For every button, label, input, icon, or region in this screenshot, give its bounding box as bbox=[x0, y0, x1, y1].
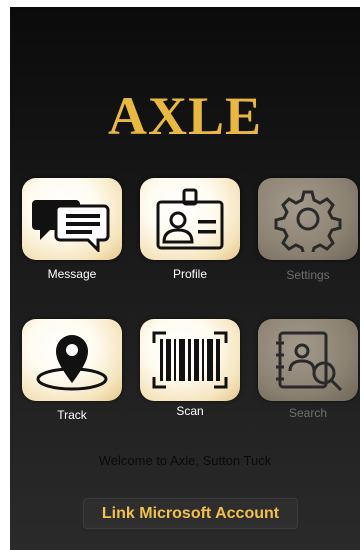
search-label: Search bbox=[288, 406, 328, 420]
settings-button[interactable] bbox=[258, 178, 358, 260]
link-microsoft-account-button[interactable]: Link Microsoft Account bbox=[83, 498, 298, 529]
settings-label: Settings bbox=[286, 268, 330, 282]
gear-icon bbox=[274, 190, 342, 252]
welcome-message: Welcome to Axle, Sutton Tuck bbox=[98, 453, 272, 468]
app-screen: AXLE Message Profile Settings Track Scan… bbox=[10, 7, 360, 550]
app-title: AXLE bbox=[107, 86, 263, 146]
message-button[interactable] bbox=[22, 178, 122, 260]
search-button[interactable] bbox=[258, 319, 358, 401]
message-icon bbox=[32, 200, 110, 252]
message-label: Message bbox=[47, 267, 97, 281]
id-badge-icon bbox=[156, 188, 224, 250]
barcode-icon bbox=[152, 331, 228, 389]
contact-book-search-icon bbox=[276, 331, 343, 392]
track-button[interactable] bbox=[22, 319, 122, 401]
scan-button[interactable] bbox=[140, 319, 240, 401]
location-pin-icon bbox=[36, 335, 108, 391]
scan-label: Scan bbox=[176, 404, 204, 418]
profile-button[interactable] bbox=[140, 178, 240, 260]
track-label: Track bbox=[57, 408, 87, 422]
profile-label: Profile bbox=[172, 267, 207, 281]
